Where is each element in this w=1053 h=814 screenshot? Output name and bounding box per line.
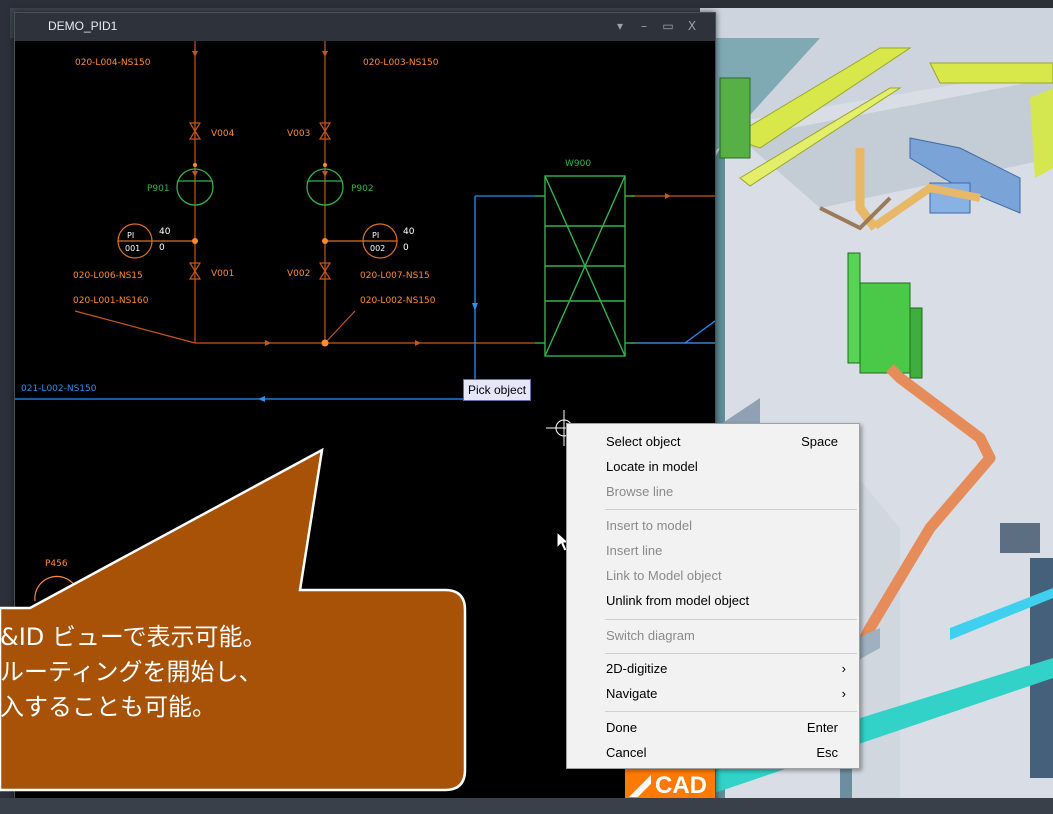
pick-object-tooltip: Pick object [463, 379, 532, 401]
menu-item-label: Navigate [606, 686, 658, 701]
menu-item-select-object[interactable]: Select object Space [568, 430, 858, 454]
menu-item-insert-line: Insert line [568, 539, 858, 563]
submenu-arrow-icon: › [841, 686, 846, 701]
instrument-tag-1: PI [127, 231, 134, 240]
cadmatic-logo-icon [629, 775, 651, 797]
menu-item-label: Link to Model object [606, 568, 722, 583]
logo-text: CAD [655, 772, 707, 799]
menu-item-label: Browse line [606, 484, 674, 499]
maximize-icon[interactable]: ▭ [659, 17, 677, 35]
menu-item-locate-in-model[interactable]: Locate in model [568, 455, 858, 479]
pump-label-p901: P901 [147, 184, 170, 194]
menu-item-label: Done [606, 720, 638, 735]
equipment-labels: P901 P902 W900 [147, 159, 591, 194]
instrument-lo-2: 0 [403, 243, 409, 253]
menu-item-label: 2D-digitize [606, 661, 668, 676]
line-label-lower-right: 020-L002-NS150 [360, 296, 436, 306]
valve-label-v002: V002 [287, 269, 310, 279]
window-dropdown-icon[interactable]: ▾ [611, 17, 629, 35]
menu-item-label: Insert line [606, 543, 663, 558]
instrument-hi-2: 40 [403, 227, 415, 237]
menu-item-unlink-from-model-object[interactable]: Unlink from model object [568, 589, 858, 613]
menu-item-cancel[interactable]: Cancel Esc [568, 741, 858, 765]
menu-item-shortcut: Space [801, 434, 838, 449]
menu-item-insert-to-model: Insert to model [568, 514, 858, 538]
submenu-arrow-icon: › [841, 661, 846, 676]
status-strip [0, 798, 1053, 814]
menu-item-shortcut: Esc [816, 745, 838, 760]
valve-label-v001: V001 [211, 269, 234, 279]
pump-label-p902: P902 [351, 184, 374, 194]
line-label-mid-right: 020-L007-NS15 [360, 271, 430, 281]
pid-labels: 020-L004-NS150 020-L003-NS150 V004 V003 … [73, 58, 439, 306]
menu-item-label: Locate in model [606, 459, 698, 474]
callout-text: &ID ビューで表示可能。 ルーティングを開始し、 入することも可能。 [0, 620, 460, 725]
close-icon[interactable]: X [683, 17, 701, 35]
app-screen: DEMO_PID1 ▾ – ▭ X 020-L004-NS150 020-L00… [0, 0, 1053, 814]
menu-separator [605, 711, 857, 712]
instrument-num-2: 002 [370, 244, 385, 253]
context-menu[interactable]: Select object Space Locate in model Brow… [566, 423, 860, 769]
instrument-lo-1: 0 [159, 243, 165, 253]
instrument-tag-2: PI [372, 231, 379, 240]
instrument-num-1: 001 [125, 244, 140, 253]
instrument-hi-1: 40 [159, 227, 171, 237]
pid-window-titlebar[interactable]: DEMO_PID1 ▾ – ▭ X [15, 13, 715, 41]
line-label-top-left: 020-L004-NS150 [75, 58, 151, 68]
menu-item-label: Insert to model [606, 518, 692, 533]
menu-item-label: Unlink from model object [606, 593, 750, 608]
callout-line-3: 入することも可能。 [0, 693, 216, 721]
valve-symbols [188, 122, 332, 280]
window-title: DEMO_PID1 [48, 19, 118, 33]
menu-item-browse-line: Browse line [568, 480, 858, 504]
menu-item-label: Switch diagram [606, 628, 695, 643]
valve-label-v003: V003 [287, 129, 310, 139]
menu-separator [605, 653, 857, 654]
menu-item-label: Cancel [606, 745, 647, 760]
line-label-bottom: 021-L002-NS150 [21, 384, 97, 394]
line-label-top-right: 020-L003-NS150 [363, 58, 439, 68]
heat-exchanger-symbol [535, 175, 635, 357]
menu-item-link-to-model-object: Link to Model object [568, 564, 858, 588]
valve-label-v004: V004 [211, 129, 235, 139]
equipment-label-w900: W900 [565, 159, 591, 169]
menu-item-2d-digitize[interactable]: 2D-digitize › [568, 657, 858, 681]
menu-item-label: Select object [606, 434, 681, 449]
line-label-mid-left: 020-L006-NS15 [73, 271, 143, 281]
pump-symbols [176, 168, 344, 206]
menu-item-done[interactable]: Done Enter [568, 716, 858, 740]
menu-separator [605, 619, 857, 620]
menu-separator [605, 509, 857, 510]
blue-flow-arrows [258, 303, 478, 402]
callout-line-2: ルーティングを開始し、 [0, 658, 263, 686]
minimize-icon[interactable]: – [635, 17, 653, 35]
line-label-lower-left: 020-L001-NS160 [73, 296, 149, 306]
menu-item-navigate[interactable]: Navigate › [568, 682, 858, 706]
menu-item-switch-diagram: Switch diagram [568, 624, 858, 648]
menu-item-shortcut: Enter [806, 720, 838, 735]
callout-line-1: &ID ビューで表示可能。 [0, 623, 267, 651]
